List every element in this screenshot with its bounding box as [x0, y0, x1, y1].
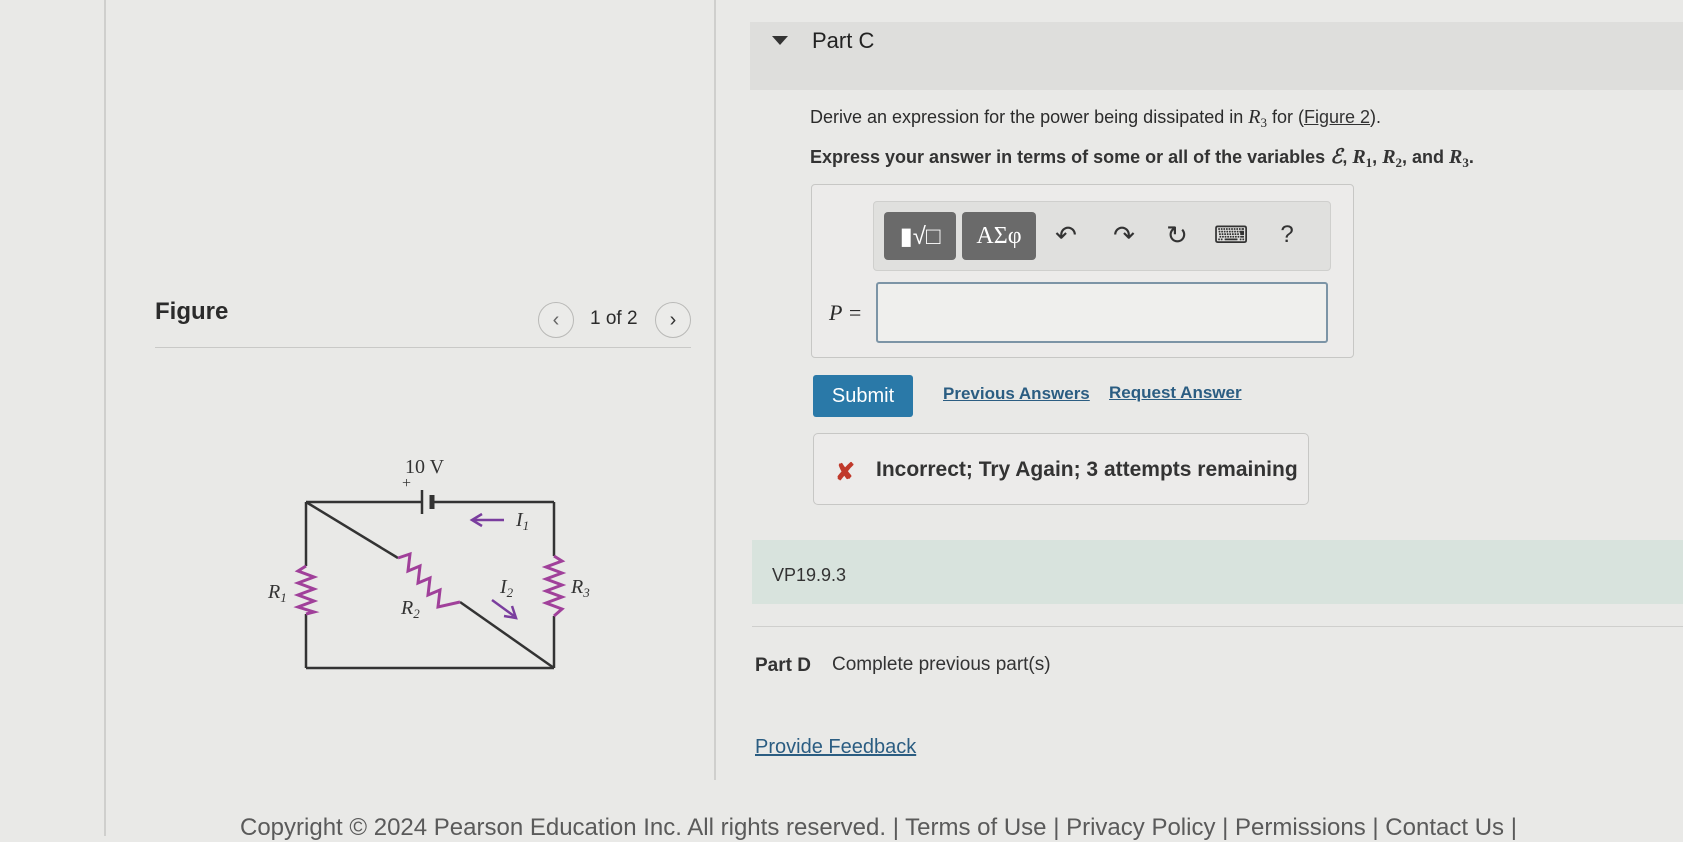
- figure-title: Figure: [155, 298, 229, 325]
- instruction-text: Express your answer in terms of some or …: [810, 146, 1474, 170]
- answer-label: P =: [829, 300, 863, 325]
- figure-counter: 1 of 2: [590, 308, 638, 329]
- battery-voltage-label: 10 V: [405, 456, 445, 478]
- r3-label: R3: [570, 576, 590, 600]
- incorrect-icon: ✘: [835, 459, 856, 486]
- reset-icon[interactable]: ↻: [1160, 218, 1194, 252]
- part-d-status: Complete previous part(s): [832, 654, 1051, 675]
- left-page-border: [104, 0, 106, 836]
- part-c-title: Part C: [812, 28, 875, 53]
- request-answer-link[interactable]: Request Answer: [1109, 383, 1242, 403]
- i1-label: I1: [515, 509, 529, 533]
- diagonal-wire-upper: [305, 500, 399, 560]
- undo-icon[interactable]: ↶: [1049, 218, 1083, 252]
- r1-label: R1: [267, 581, 287, 605]
- chevron-left-icon: ‹: [552, 308, 560, 331]
- question-text: Derive an expression for the power being…: [810, 106, 1382, 130]
- help-button[interactable]: ?: [1270, 218, 1304, 252]
- provide-feedback-link[interactable]: Provide Feedback: [755, 736, 916, 759]
- templates-button[interactable]: ▮√□: [884, 212, 956, 260]
- part-c-header[interactable]: [750, 22, 1683, 90]
- vp-header: [752, 540, 1683, 604]
- figure-2-link[interactable]: Figure 2: [1304, 107, 1370, 127]
- feedback-text: Incorrect; Try Again; 3 attempts remaini…: [876, 458, 1298, 481]
- circuit-diagram: + 10 V R1 R3 R2 I1 I2: [267, 456, 590, 670]
- r2-label: R2: [400, 597, 420, 621]
- submit-button[interactable]: Submit: [813, 375, 913, 417]
- part-d-label: Part D: [755, 655, 811, 676]
- vp-label: VP19.9.3: [772, 565, 847, 585]
- footer-links[interactable]: Copyright © 2024 Pearson Education Inc. …: [240, 814, 1517, 842]
- i2-arrow-shaft: [491, 598, 515, 618]
- previous-answers-link[interactable]: Previous Answers: [943, 384, 1090, 404]
- next-figure-button[interactable]: ›: [655, 302, 691, 338]
- i2-label: I2: [499, 576, 514, 600]
- collapse-caret-icon[interactable]: [772, 36, 788, 45]
- keyboard-icon[interactable]: ⌨: [1214, 218, 1249, 252]
- symbols-button[interactable]: ΑΣφ: [962, 212, 1036, 260]
- column-divider: [714, 0, 716, 780]
- previous-figure-button[interactable]: ‹: [538, 302, 574, 338]
- r3-resistor: [541, 554, 567, 618]
- r1-resistor: [293, 564, 320, 616]
- figure-divider: [155, 347, 691, 348]
- redo-icon[interactable]: ↷: [1107, 218, 1141, 252]
- divider: [752, 626, 1683, 627]
- answer-input[interactable]: [876, 282, 1328, 343]
- chevron-right-icon: ›: [669, 308, 677, 331]
